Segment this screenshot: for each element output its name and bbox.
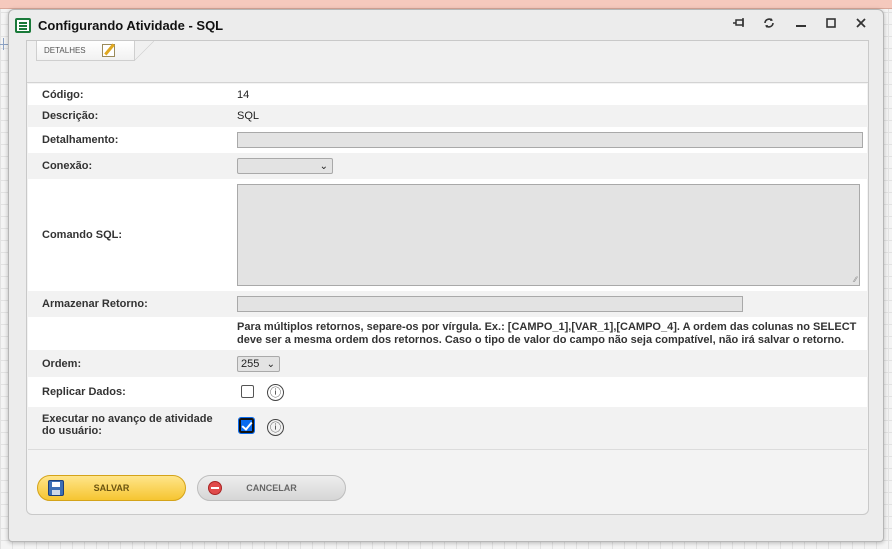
ordem-selected-value: 255 (241, 358, 260, 370)
close-icon[interactable] (852, 16, 870, 34)
detalhamento-input[interactable] (237, 132, 863, 148)
codigo-value: 14 (237, 89, 250, 101)
executar-avanco-checkbox[interactable] (238, 417, 255, 434)
row-help: Para múltiplos retornos, separe-os por v… (28, 317, 867, 350)
row-comando-sql: Comando SQL: ∕∕ (28, 179, 867, 291)
row-codigo: Código: 14 (28, 84, 867, 105)
refresh-icon[interactable] (760, 16, 778, 34)
pin-icon[interactable] (731, 16, 749, 34)
info-icon[interactable]: ⓘ (267, 419, 284, 436)
armazenar-retorno-label: Armazenar Retorno: (42, 298, 148, 310)
floppy-disk-icon (48, 480, 64, 496)
background-top-strip (0, 0, 892, 9)
descricao-value: SQL (237, 110, 260, 122)
form-icon (15, 18, 31, 33)
replicar-dados-checkbox[interactable] (241, 385, 254, 398)
executar-avanco-label-line2: do usuário: (42, 425, 102, 437)
comando-sql-label: Comando SQL: (42, 229, 123, 241)
cancel-button[interactable]: CANCELAR (197, 475, 346, 501)
conexao-select[interactable]: ⌄ (237, 158, 333, 174)
tab-detalhes[interactable]: DETALHES (36, 41, 135, 61)
row-ordem: Ordem: 255 ⌄ (28, 350, 867, 377)
save-button[interactable]: SALVAR (37, 475, 186, 501)
descricao-label: Descrição: (42, 110, 99, 122)
ordem-label: Ordem: (42, 358, 82, 370)
minimize-icon[interactable] (792, 16, 810, 34)
codigo-label: Código: (42, 89, 84, 101)
tab-edge (134, 41, 154, 61)
cancel-button-label: CANCELAR (246, 483, 297, 493)
maximize-icon[interactable] (822, 16, 840, 34)
row-executar-avanco: Executar no avanço de atividade do usuár… (28, 407, 867, 449)
help-text: Para múltiplos retornos, separe-os por v… (237, 321, 857, 346)
title-bar[interactable]: Configurando Atividade - SQL (9, 10, 883, 40)
cancel-icon (208, 481, 222, 495)
executar-avanco-label-line1: Executar no avanço de atividade (42, 413, 213, 425)
background-connector-line (0, 44, 8, 45)
ordem-select[interactable]: 255 ⌄ (237, 356, 280, 372)
resize-handle-icon[interactable]: ∕∕ (854, 275, 857, 284)
divider (28, 449, 867, 450)
info-icon[interactable]: ⓘ (267, 384, 284, 401)
detalhamento-label: Detalhamento: (42, 134, 119, 146)
row-conexao: Conexão: ⌄ (28, 153, 867, 179)
row-descricao: Descrição: SQL (28, 105, 867, 127)
row-detalhamento: Detalhamento: (28, 127, 867, 153)
content-panel: DETALHES Código: 14 Descrição: SQL Detal… (26, 40, 869, 515)
conexao-label: Conexão: (42, 160, 93, 172)
chevron-down-icon: ⌄ (319, 161, 328, 172)
chevron-down-icon: ⌄ (266, 359, 275, 370)
replicar-dados-label: Replicar Dados: (42, 386, 126, 398)
armazenar-retorno-input[interactable] (237, 296, 743, 312)
save-button-label: SALVAR (93, 483, 130, 493)
background-connector-line (3, 38, 4, 50)
tab-bar: DETALHES (27, 41, 868, 83)
tab-label: DETALHES (44, 46, 86, 55)
row-armazenar-retorno: Armazenar Retorno: (28, 291, 867, 317)
edit-icon (102, 44, 115, 57)
dialog-window: Configurando Atividade - SQL DETALHES Có… (8, 9, 884, 542)
dialog-title: Configurando Atividade - SQL (38, 18, 224, 33)
row-replicar-dados: Replicar Dados: ⓘ (28, 377, 867, 407)
comando-sql-textarea[interactable]: ∕∕ (237, 184, 860, 286)
